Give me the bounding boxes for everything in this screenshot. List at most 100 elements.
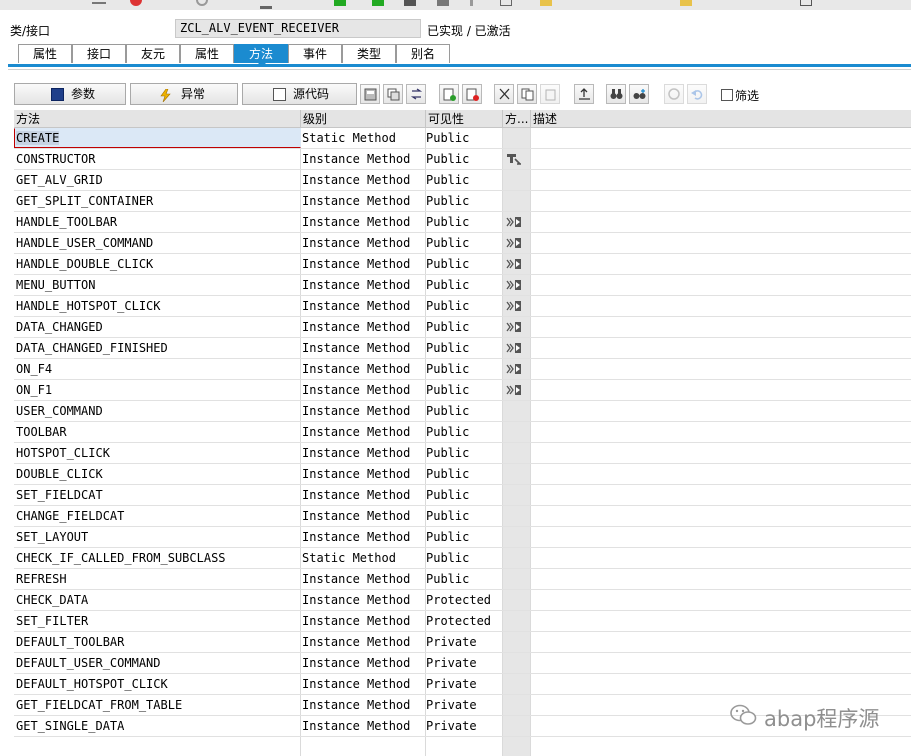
description-cell[interactable] xyxy=(533,254,903,274)
visibility-cell[interactable]: Public xyxy=(426,212,501,232)
method-name-cell[interactable]: CREATE xyxy=(16,128,300,148)
method-type-cell[interactable] xyxy=(504,695,530,715)
method-type-cell[interactable] xyxy=(504,212,530,232)
visibility-cell[interactable]: Public xyxy=(426,191,501,211)
description-cell[interactable] xyxy=(533,170,903,190)
description-cell[interactable] xyxy=(533,548,903,568)
level-cell[interactable]: Instance Method xyxy=(302,359,427,379)
description-cell[interactable] xyxy=(533,527,903,547)
method-name-cell[interactable]: HANDLE_USER_COMMAND xyxy=(16,233,300,253)
level-cell[interactable]: Instance Method xyxy=(302,212,427,232)
method-name-cell[interactable]: SET_FILTER xyxy=(16,611,300,631)
check-icon[interactable] xyxy=(334,0,346,6)
method-name-cell[interactable]: TOOLBAR xyxy=(16,422,300,442)
level-cell[interactable]: Instance Method xyxy=(302,443,427,463)
description-cell[interactable] xyxy=(533,485,903,505)
table-row[interactable]: CHECK_DATA Instance Method Protected xyxy=(14,590,911,611)
table-row[interactable]: SET_LAYOUT Instance Method Public xyxy=(14,527,911,548)
method-name-cell[interactable]: GET_ALV_GRID xyxy=(16,170,300,190)
method-name-cell[interactable]: DATA_CHANGED_FINISHED xyxy=(16,338,300,358)
refresh-icon[interactable] xyxy=(196,0,208,6)
tool-icon[interactable] xyxy=(437,0,449,6)
level-cell[interactable]: Instance Method xyxy=(302,674,427,694)
insert-row-button[interactable] xyxy=(439,84,459,104)
method-name-cell[interactable]: ON_F1 xyxy=(16,380,300,400)
method-type-cell[interactable] xyxy=(504,653,530,673)
table-row[interactable]: GET_SPLIT_CONTAINER Instance Method Public xyxy=(14,191,911,212)
table-row[interactable]: CREATE Static Method Public xyxy=(14,128,911,149)
level-cell[interactable]: Static Method xyxy=(302,128,427,148)
method-name-cell[interactable]: REFRESH xyxy=(16,569,300,589)
tab-types[interactable]: 类型 xyxy=(342,44,396,63)
find-button[interactable] xyxy=(606,84,626,104)
method-type-cell[interactable] xyxy=(504,632,530,652)
method-name-cell[interactable]: GET_FIELDCAT_FROM_TABLE xyxy=(16,695,300,715)
description-cell[interactable] xyxy=(533,611,903,631)
visibility-cell[interactable]: Public xyxy=(426,506,501,526)
visibility-cell[interactable]: Public xyxy=(426,485,501,505)
level-cell[interactable]: Instance Method xyxy=(302,170,427,190)
table-row[interactable]: DEFAULT_TOOLBAR Instance Method Private xyxy=(14,632,911,653)
display-icon[interactable] xyxy=(404,0,416,6)
method-type-cell[interactable] xyxy=(504,317,530,337)
method-type-cell[interactable] xyxy=(504,527,530,547)
method-type-cell[interactable] xyxy=(504,590,530,610)
table-row[interactable]: HANDLE_DOUBLE_CLICK Instance Method Public xyxy=(14,254,911,275)
table-row[interactable]: CONSTRUCTOR Instance Method Public xyxy=(14,149,911,170)
level-cell[interactable]: Instance Method xyxy=(302,317,427,337)
level-cell[interactable]: Instance Method xyxy=(302,296,427,316)
folder-icon[interactable] xyxy=(540,0,552,6)
table-row[interactable]: HANDLE_HOTSPOT_CLICK Instance Method Publi… xyxy=(14,296,911,317)
table-row[interactable]: ON_F1 Instance Method Public xyxy=(14,380,911,401)
sort-button[interactable] xyxy=(574,84,594,104)
method-type-cell[interactable] xyxy=(504,275,530,295)
description-cell[interactable] xyxy=(533,296,903,316)
method-type-cell[interactable] xyxy=(504,338,530,358)
visibility-cell[interactable]: Public xyxy=(426,359,501,379)
table-row[interactable]: MENU_BUTTON Instance Method Public xyxy=(14,275,911,296)
description-cell[interactable] xyxy=(533,275,903,295)
filter-checkbox-box[interactable] xyxy=(721,89,733,101)
table-row[interactable]: TOOLBAR Instance Method Public xyxy=(14,422,911,443)
method-type-cell[interactable] xyxy=(504,464,530,484)
table-row[interactable]: DEFAULT_HOTSPOT_CLICK Instance Method Priv… xyxy=(14,674,911,695)
table-row[interactable]: SET_FIELDCAT Instance Method Public xyxy=(14,485,911,506)
description-cell[interactable] xyxy=(533,422,903,442)
description-cell[interactable] xyxy=(533,191,903,211)
visibility-cell[interactable]: Public xyxy=(426,527,501,547)
table-row[interactable]: DEFAULT_USER_COMMAND Instance Method Priva… xyxy=(14,653,911,674)
parameters-button[interactable]: 参数 xyxy=(14,83,126,105)
column-header-level[interactable]: 级别 xyxy=(301,110,426,128)
method-type-cell[interactable] xyxy=(504,233,530,253)
description-cell[interactable] xyxy=(533,506,903,526)
level-cell[interactable]: Instance Method xyxy=(302,632,427,652)
level-cell[interactable]: Instance Method xyxy=(302,590,427,610)
level-cell[interactable]: Instance Method xyxy=(302,653,427,673)
empty-row[interactable] xyxy=(14,737,911,756)
undo-button[interactable] xyxy=(687,84,707,104)
visibility-cell[interactable]: Public xyxy=(426,569,501,589)
level-cell[interactable]: Instance Method xyxy=(302,401,427,421)
pin-icon[interactable] xyxy=(470,0,473,6)
method-name-cell[interactable]: HOTSPOT_CLICK xyxy=(16,443,300,463)
column-header-method-type[interactable]: 方... xyxy=(503,110,531,128)
class-name-field[interactable]: ZCL_ALV_EVENT_RECEIVER xyxy=(175,19,421,38)
visibility-cell[interactable]: Public xyxy=(426,338,501,358)
source-code-button[interactable]: 源代码 xyxy=(242,83,357,105)
visibility-cell[interactable]: Private xyxy=(426,632,501,652)
cut-button[interactable] xyxy=(494,84,514,104)
description-cell[interactable] xyxy=(533,443,903,463)
visibility-cell[interactable]: Public xyxy=(426,149,501,169)
method-name-cell[interactable]: DEFAULT_HOTSPOT_CLICK xyxy=(16,674,300,694)
description-cell[interactable] xyxy=(533,380,903,400)
table-row[interactable]: HANDLE_USER_COMMAND Instance Method Public xyxy=(14,233,911,254)
method-type-cell[interactable] xyxy=(504,128,530,148)
visibility-cell[interactable]: Protected xyxy=(426,590,501,610)
table-row[interactable]: USER_COMMAND Instance Method Public xyxy=(14,401,911,422)
visibility-cell[interactable]: Protected xyxy=(426,611,501,631)
method-name-cell[interactable]: DATA_CHANGED xyxy=(16,317,300,337)
method-name-cell[interactable]: HANDLE_DOUBLE_CLICK xyxy=(16,254,300,274)
description-cell[interactable] xyxy=(533,401,903,421)
visibility-cell[interactable]: Public xyxy=(426,128,501,148)
level-cell[interactable]: Instance Method xyxy=(302,716,427,736)
